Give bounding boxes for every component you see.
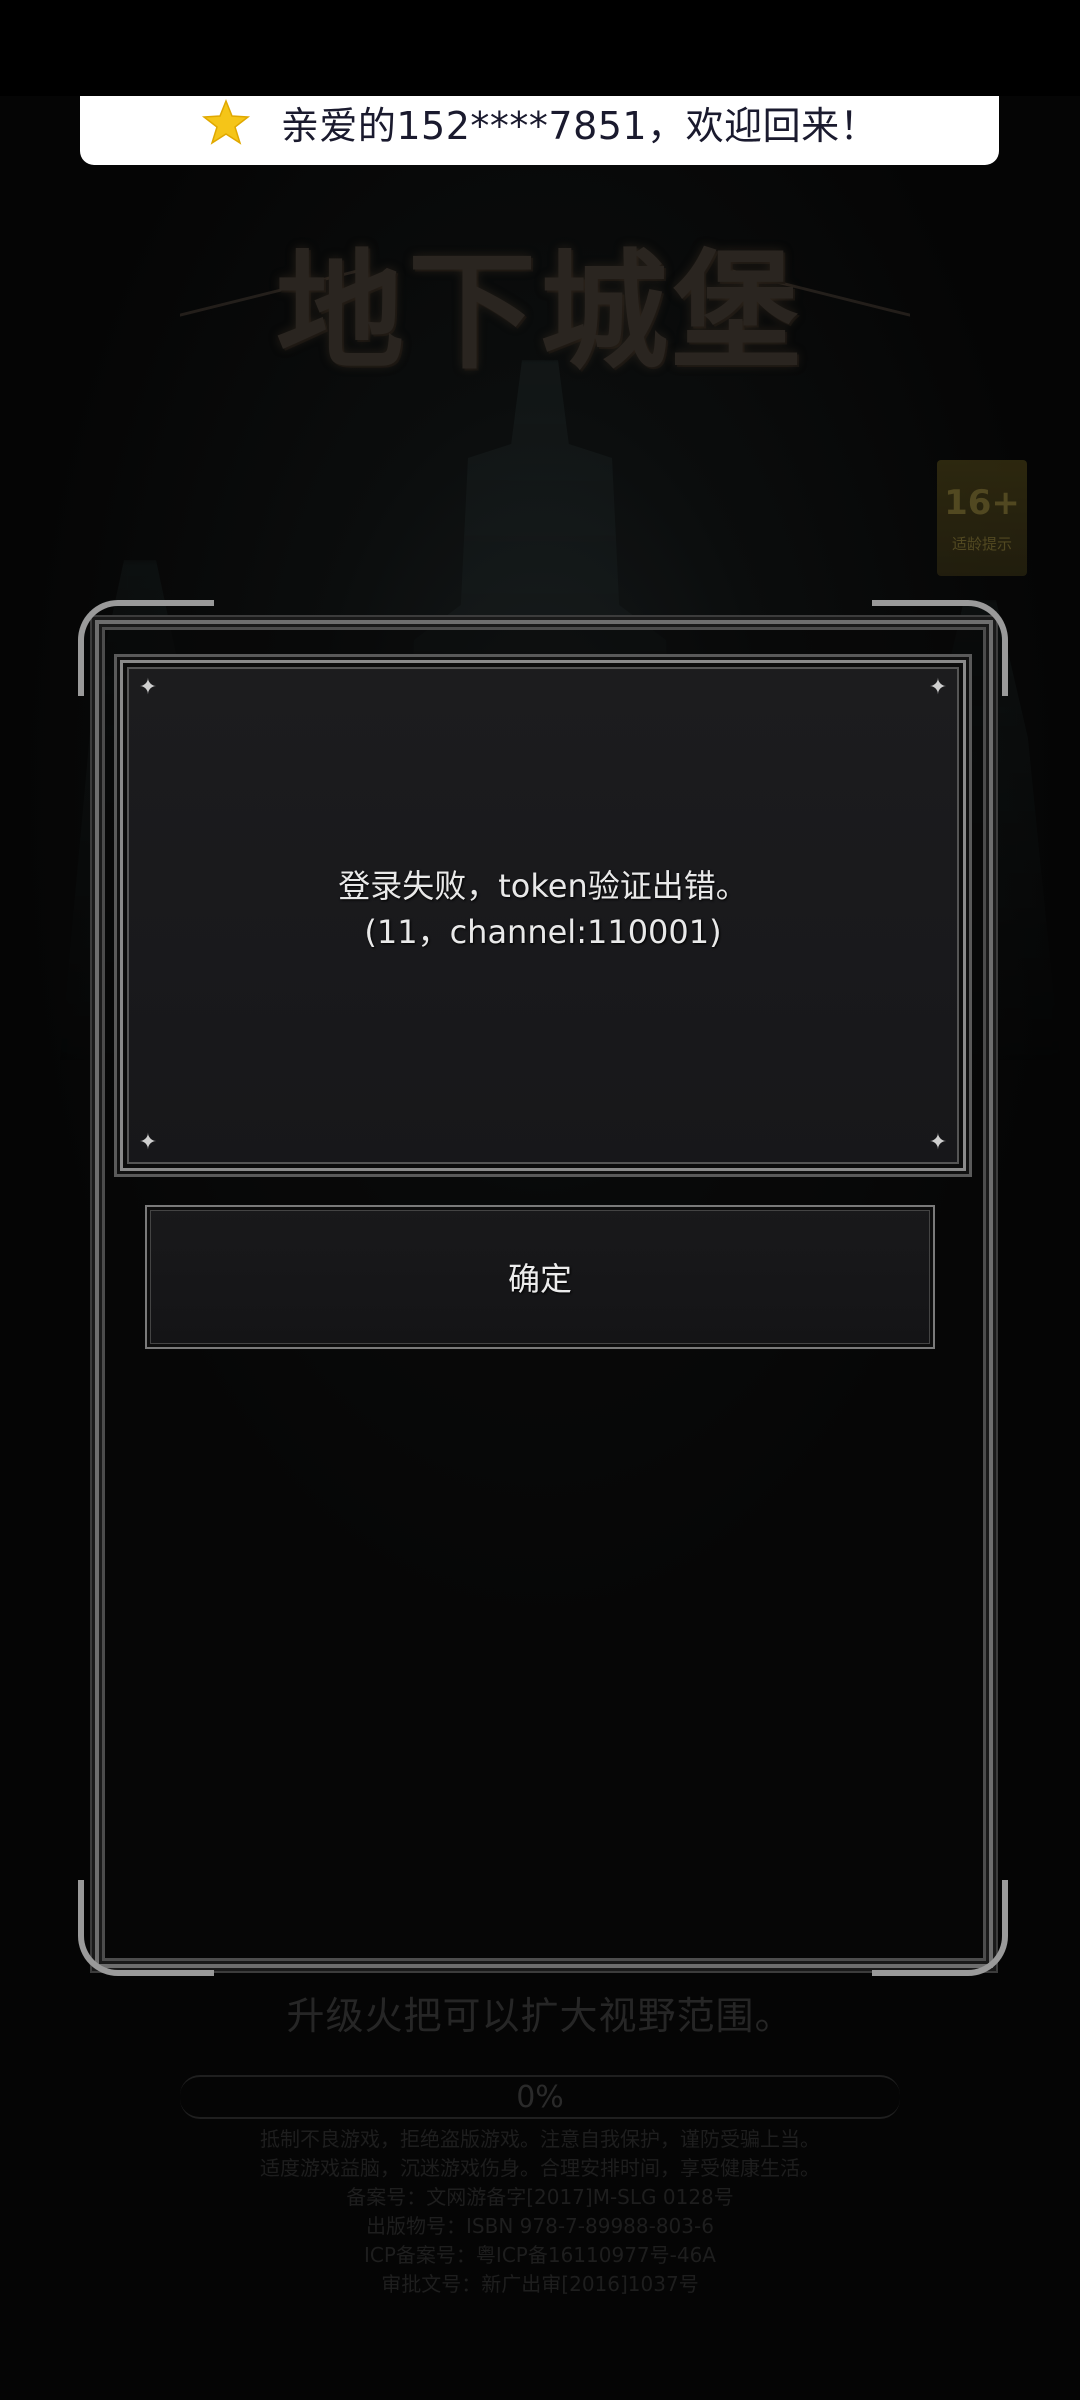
legal-line: 出版物号：ISBN 978-7-89988-803-6: [366, 2214, 714, 2238]
game-screen: 亲爱的152****7851，欢迎回来！ 地下城堡 16+ 适龄提示 ✦ ✦ ✦…: [0, 0, 1080, 2400]
welcome-toast: 亲爱的152****7851，欢迎回来！: [80, 96, 999, 165]
frame-corner-ornament: [78, 1880, 214, 1976]
sparkle-icon: ✦: [928, 675, 948, 700]
confirm-button[interactable]: 确定: [145, 1205, 935, 1349]
legal-notice: 抵制不良游戏，拒绝盗版游戏。注意自我保护，谨防受骗上当。 适度游戏益脑，沉迷游戏…: [0, 2125, 1080, 2299]
age-rating-label: 适龄提示: [951, 534, 1012, 553]
game-logo: 地下城堡: [200, 200, 880, 400]
confirm-button-label: 确定: [507, 1260, 572, 1298]
legal-line: 审批文号：新广出审[2016]1037号: [381, 2272, 699, 2296]
legal-line: ICP备案号：粤ICP备16110977号-46A: [364, 2243, 716, 2267]
frame-corner-ornament: [872, 1880, 1008, 1976]
sparkle-icon: ✦: [928, 1130, 948, 1155]
loading-progress-bar: 0%: [180, 2075, 900, 2119]
sparkle-icon: ✦: [138, 675, 158, 700]
welcome-text: 亲爱的152****7851，欢迎回来！: [280, 104, 879, 148]
error-message-panel: ✦ ✦ ✦ ✦ 登录失败，token验证出错。 (11，channel:1100…: [120, 660, 966, 1171]
loading-tip: 升级火把可以扩大视野范围。: [286, 1994, 794, 2038]
loading-progress-text: 0%: [516, 2079, 564, 2115]
error-message: 登录失败，token验证出错。 (11，channel:110001): [123, 863, 963, 955]
sparkle-icon: ✦: [138, 1130, 158, 1155]
age-rating-value: 16+: [944, 482, 1020, 523]
legal-line: 备案号：文网游备字[2017]M-SLG 0128号: [346, 2185, 734, 2209]
star-icon: [201, 98, 250, 145]
error-message-line2: (11，channel:110001): [364, 913, 722, 951]
legal-line: 抵制不良游戏，拒绝盗版游戏。注意自我保护，谨防受骗上当。: [260, 2127, 820, 2151]
error-message-line1: 登录失败，token验证出错。: [338, 867, 748, 905]
status-bar-area: [0, 0, 1080, 96]
legal-line: 适度游戏益脑，沉迷游戏伤身。合理安排时间，享受健康生活。: [260, 2156, 820, 2180]
age-rating-badge[interactable]: 16+ 适龄提示: [937, 460, 1027, 576]
game-logo-text: 地下城堡: [275, 236, 804, 387]
